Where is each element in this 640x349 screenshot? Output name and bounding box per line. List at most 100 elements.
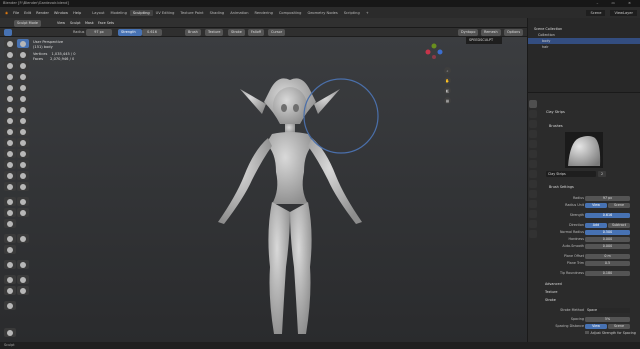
texture-menu[interactable]: Texture xyxy=(205,29,224,36)
rotate-transform-tool-icon[interactable] xyxy=(17,275,29,284)
tool-properties-tab-icon[interactable] xyxy=(529,100,537,108)
zoom-icon[interactable]: ⌕ xyxy=(444,67,451,74)
clay-strips-tool-icon[interactable] xyxy=(17,39,29,48)
simplify-tool-icon[interactable] xyxy=(4,171,16,180)
brush-name-field[interactable]: Clay Strips xyxy=(546,171,596,177)
radius-field[interactable]: 97 px xyxy=(86,29,112,36)
menu-help[interactable]: Help xyxy=(73,11,81,15)
render-properties-tab-icon[interactable] xyxy=(529,110,537,118)
strength-field[interactable]: 0.616 xyxy=(142,29,162,36)
direction-add[interactable]: Add xyxy=(585,222,607,229)
tab-scripting[interactable]: Scripting xyxy=(341,10,363,16)
rotate-tool-icon[interactable] xyxy=(4,149,16,158)
stroke-menu[interactable]: Stroke xyxy=(228,29,245,36)
tab-modeling[interactable]: Modeling xyxy=(108,10,130,16)
menu-edit[interactable]: Edit xyxy=(24,11,31,15)
tip-roundness-field[interactable]: 0.180 xyxy=(585,270,630,277)
view-layer-tab-icon[interactable] xyxy=(529,130,537,138)
draw-face-sets-tool-icon[interactable] xyxy=(4,182,16,191)
brushes-section[interactable]: Brushes xyxy=(549,124,563,128)
brush-users-count[interactable]: 2 xyxy=(598,171,606,177)
mask-by-color-tool-icon[interactable] xyxy=(17,260,29,269)
brush-settings-section[interactable]: Brush Settings xyxy=(549,185,574,189)
cursor-menu[interactable]: Cursor xyxy=(268,29,286,36)
multires-displacement-tool-icon[interactable] xyxy=(17,182,29,191)
tab-rendering[interactable]: Rendering xyxy=(252,10,276,16)
stroke-section[interactable]: Stroke xyxy=(545,298,556,302)
modifiers-tab-icon[interactable] xyxy=(529,170,537,178)
tab-compositing[interactable]: Compositing xyxy=(276,10,305,16)
window-controls[interactable]: – ▭ × xyxy=(597,0,638,7)
clay-tool-icon[interactable] xyxy=(17,50,29,59)
transform-tool-icon[interactable] xyxy=(17,286,29,295)
brush-menu[interactable]: Brush xyxy=(185,29,201,36)
advanced-section[interactable]: Advanced xyxy=(545,282,562,286)
line-project-tool-icon[interactable] xyxy=(4,219,16,228)
tab-uv-editing[interactable]: UV Editing xyxy=(153,10,178,16)
multiplane-scrape-tool-icon[interactable] xyxy=(4,105,16,114)
nudge-tool-icon[interactable] xyxy=(17,138,29,147)
color-filter-tool-icon[interactable] xyxy=(4,245,16,254)
normal-radius-field[interactable]: 0.500 xyxy=(585,229,630,236)
outliner-row-hair[interactable]: hair xyxy=(528,44,640,50)
outliner[interactable]: Scene Collection Collection body hair xyxy=(528,18,640,92)
crease-tool-icon[interactable] xyxy=(17,72,29,81)
pan-icon[interactable]: ✋ xyxy=(444,77,451,84)
menu-render[interactable]: Render xyxy=(36,11,49,15)
pinch-tool-icon[interactable] xyxy=(17,105,29,114)
box-hide-tool-icon[interactable] xyxy=(17,197,29,206)
camera-icon[interactable]: ◧ xyxy=(444,87,451,94)
move-tool-icon[interactable] xyxy=(4,275,16,284)
tab-animation[interactable]: Animation xyxy=(227,10,251,16)
scene-selector[interactable]: Scene xyxy=(586,9,606,16)
radius-unit-view[interactable]: View xyxy=(585,202,607,209)
scene-tab-icon[interactable] xyxy=(529,140,537,148)
spacing-field[interactable]: 5% xyxy=(585,316,630,323)
draw-sharp-tool-icon[interactable] xyxy=(4,50,16,59)
inflate-tool-icon[interactable] xyxy=(17,61,29,70)
world-tab-icon[interactable] xyxy=(529,150,537,158)
boundary-tool-icon[interactable] xyxy=(4,160,16,169)
radius-field[interactable]: 97 px xyxy=(585,195,630,202)
layer-tool-icon[interactable] xyxy=(4,61,16,70)
radius-unit-scene[interactable]: Scene xyxy=(608,202,630,209)
menu-face-sets[interactable]: Face Sets xyxy=(95,20,117,27)
cloth-tool-icon[interactable] xyxy=(17,160,29,169)
stroke-method-select[interactable]: Space xyxy=(585,307,630,314)
blender-logo-icon[interactable]: ◉ xyxy=(5,11,8,15)
mesh-filter-tool-icon[interactable] xyxy=(4,234,16,243)
flatten-tool-icon[interactable] xyxy=(17,83,29,92)
tab-sculpting[interactable]: Sculpting xyxy=(129,9,153,16)
annotate-tool-icon[interactable] xyxy=(4,301,16,310)
tab-geometry-nodes[interactable]: Geometry Nodes xyxy=(304,10,340,16)
thumb-tool-icon[interactable] xyxy=(17,127,29,136)
measure-tool-icon[interactable] xyxy=(4,328,16,337)
navigation-gizmo[interactable] xyxy=(420,41,448,63)
elastic-deform-tool-icon[interactable] xyxy=(17,116,29,125)
texture-section[interactable]: Texture xyxy=(545,290,557,294)
auto-smooth-field[interactable]: 0.000 xyxy=(585,243,630,250)
menu-file[interactable]: File xyxy=(13,11,19,15)
3d-viewport[interactable]: User Perspective (151) body Vertices 1,0… xyxy=(0,37,527,342)
add-workspace-button[interactable]: + xyxy=(363,10,372,16)
plane-offset-field[interactable]: 0 m xyxy=(585,253,630,260)
box-mask-tool-icon[interactable] xyxy=(4,197,16,206)
strength-label[interactable]: Strength xyxy=(118,29,142,36)
output-properties-tab-icon[interactable] xyxy=(529,120,537,128)
spacing-distance-view[interactable]: View xyxy=(585,323,607,330)
object-tab-icon[interactable] xyxy=(529,160,537,168)
strength-field[interactable]: 0.616 xyxy=(585,212,630,219)
snake-hook-tool-icon[interactable] xyxy=(4,127,16,136)
grab-tool-icon[interactable] xyxy=(4,116,16,125)
brush-preview[interactable] xyxy=(565,132,603,168)
particles-tab-icon[interactable] xyxy=(529,180,537,188)
mode-selector[interactable]: Sculpt Mode xyxy=(14,19,41,27)
ortho-icon[interactable]: ▦ xyxy=(444,97,451,104)
slide-relax-tool-icon[interactable] xyxy=(17,149,29,158)
tab-shading[interactable]: Shading xyxy=(207,10,228,16)
tab-texture-paint[interactable]: Texture Paint xyxy=(177,10,206,16)
mask-tool-icon[interactable] xyxy=(17,171,29,180)
menu-view[interactable]: View xyxy=(54,20,68,27)
view-layer-selector[interactable]: ViewLayer xyxy=(610,9,637,16)
edit-face-set-tool-icon[interactable] xyxy=(4,260,16,269)
